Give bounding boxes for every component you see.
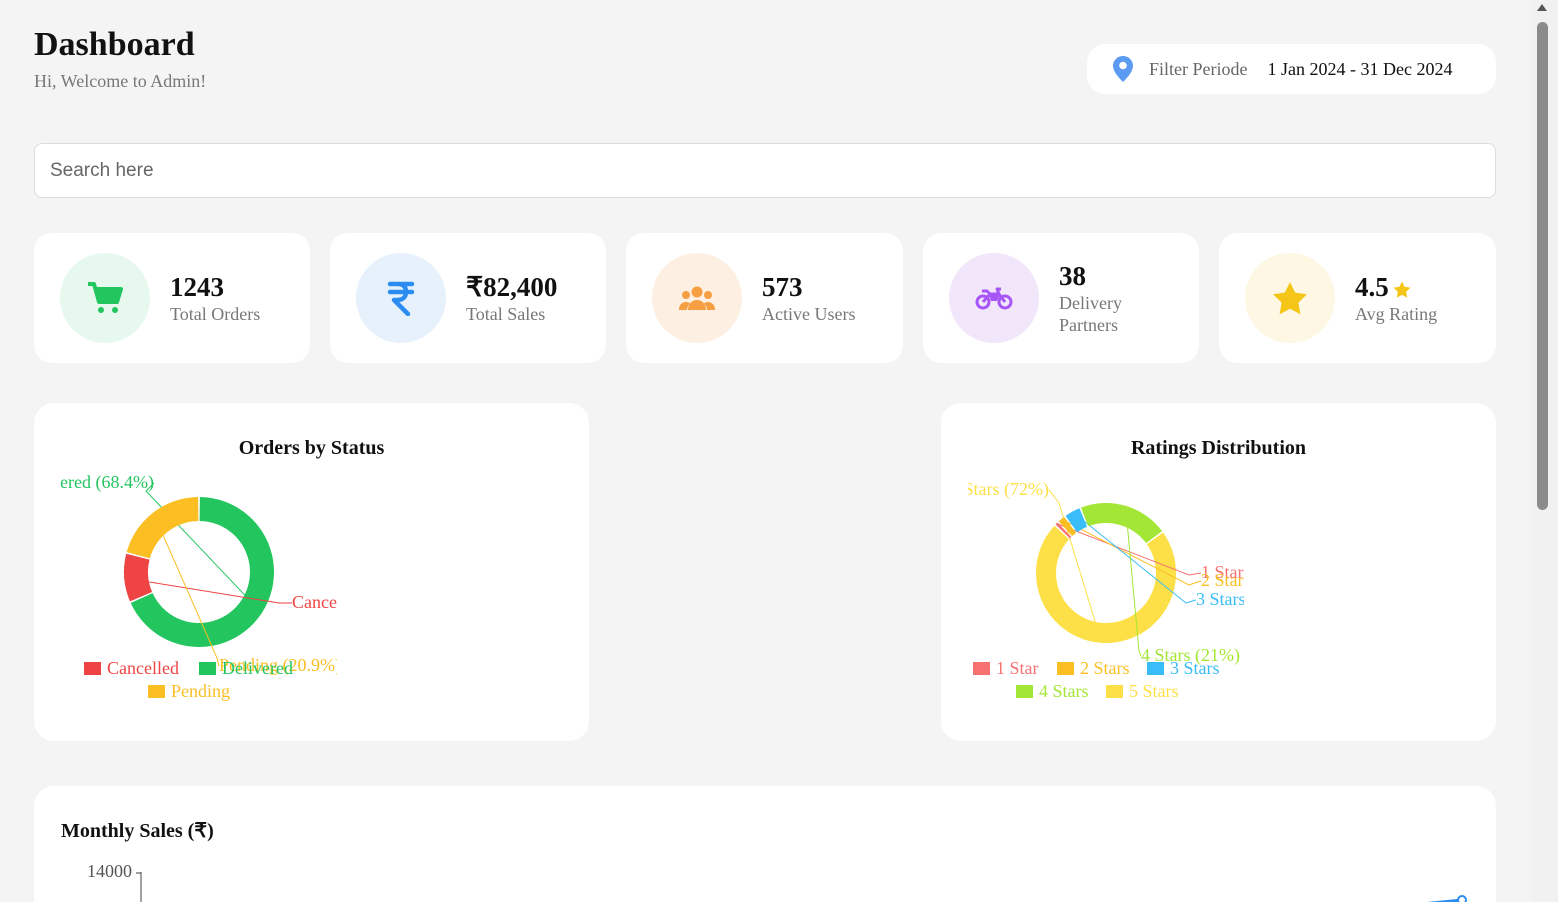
ratings-donut-chart: 5 Stars (72%)1 Star2 Stars3 Stars4 Stars… <box>950 479 1251 701</box>
orders-status-card: Orders by Status Delivered (68.4%)Cancel… <box>34 403 589 741</box>
legend-swatch <box>1016 685 1033 698</box>
filter-range: 1 Jan 2024 - 31 Dec 2024 <box>1267 58 1453 79</box>
scroll-up-arrow-icon[interactable] <box>1537 4 1547 11</box>
page-title: Dashboard <box>34 26 195 63</box>
stat-label: Total Orders <box>170 303 261 324</box>
search-input[interactable] <box>34 143 1496 198</box>
slice-label: Delivered (68.4%) <box>34 472 154 493</box>
ratings-card: Ratings Distribution 5 Stars (72%) 1 Star… <box>941 403 1496 741</box>
legend-swatch <box>1057 662 1074 675</box>
legend-swatch <box>1147 662 1164 675</box>
scrollbar[interactable] <box>1532 0 1558 902</box>
donut-slice <box>1081 503 1163 544</box>
scrollbar-thumb[interactable] <box>1537 22 1548 510</box>
stat-value: 38 <box>1059 260 1086 291</box>
legend-label: 1 Star <box>996 658 1039 678</box>
donut-slice <box>126 497 199 559</box>
slice-label: 3 Stars <box>1196 589 1246 609</box>
legend-label: 5 Stars <box>1129 681 1179 701</box>
cart-icon <box>60 253 150 343</box>
stat-label: Delivery Partners <box>1059 292 1122 335</box>
legend-swatch <box>199 662 216 675</box>
stat-value: 1243 <box>170 271 224 302</box>
legend-label: 2 Stars <box>1080 658 1130 678</box>
stat-card-sales: ₹82,400 Total Sales <box>330 233 606 363</box>
monthly-sales-card: Monthly Sales (₹) 14000 <box>34 786 1496 902</box>
rupee-icon <box>356 253 446 343</box>
users-icon <box>652 253 742 343</box>
stat-label: Active Users <box>762 303 856 324</box>
y-tick-label: 14000 <box>87 861 132 881</box>
stat-card-delivery: 38 Delivery Partners <box>923 233 1199 363</box>
stat-card-rating: 4.5 Avg Rating <box>1219 233 1496 363</box>
legend-swatch <box>84 662 101 675</box>
slice-label: Cancelled <box>292 592 364 612</box>
orders-donut-chart: Delivered (68.4%)CancelledPending (20.9%… <box>34 472 364 701</box>
location-pin-icon <box>1113 56 1133 82</box>
legend-label: 3 Stars <box>1170 658 1220 678</box>
stat-value: 573 <box>762 271 803 302</box>
filter-label: Filter Periode <box>1149 58 1248 79</box>
legend-swatch <box>1106 685 1123 698</box>
legend-swatch <box>148 685 165 698</box>
legend-label: Pending <box>171 681 230 701</box>
stat-card-users: 573 Active Users <box>626 233 903 363</box>
small-star-icon <box>1393 281 1411 298</box>
slice-label: 2 Stars <box>1201 570 1251 590</box>
filter-period[interactable]: Filter Periode 1 Jan 2024 - 31 Dec 2024 <box>1087 44 1496 94</box>
stat-value: 4.5 <box>1355 272 1437 303</box>
legend-label: 4 Stars <box>1039 681 1089 701</box>
legend-swatch <box>973 662 990 675</box>
stat-value: ₹82,400 <box>466 271 558 302</box>
sales-point <box>1457 895 1467 902</box>
motorbike-icon <box>949 253 1039 343</box>
legend-label: Delivered <box>222 658 293 678</box>
monthly-sales-line-chart: 14000 <box>87 861 1467 902</box>
page-subtitle: Hi, Welcome to Admin! <box>34 71 207 91</box>
stat-label: Avg Rating <box>1355 303 1438 324</box>
legend-label: Cancelled <box>107 658 179 678</box>
slice-label: 5 Stars (72%) <box>950 479 1049 500</box>
stat-card-orders: 1243 Total Orders <box>34 233 310 363</box>
donut-slice <box>123 553 153 602</box>
donut-slice <box>1036 525 1176 643</box>
star-icon <box>1245 253 1335 343</box>
stat-label: Total Sales <box>466 303 546 324</box>
